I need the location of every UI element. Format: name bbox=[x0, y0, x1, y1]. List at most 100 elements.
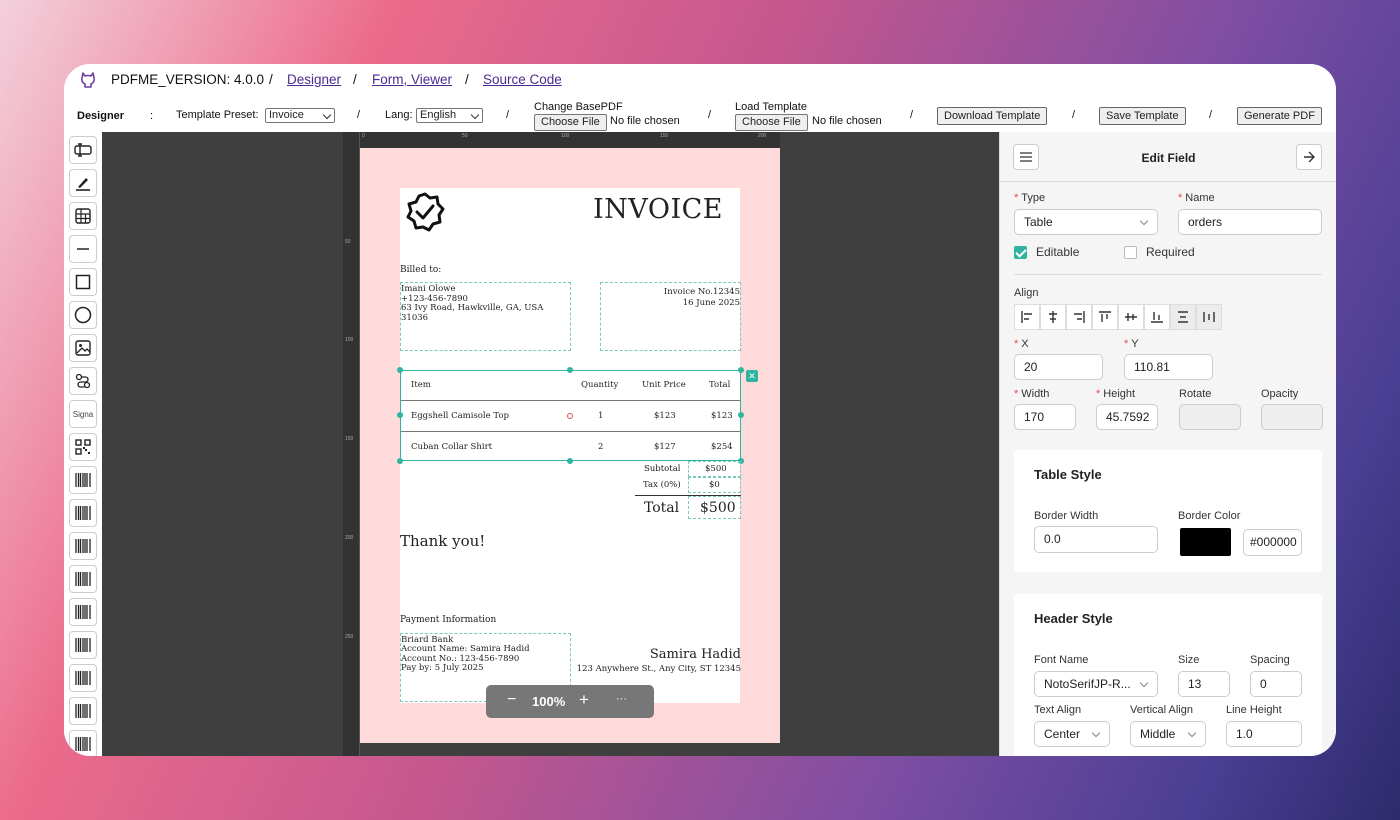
form-viewer-link[interactable]: Form, Viewer bbox=[372, 72, 452, 87]
page-padding-left bbox=[360, 188, 400, 703]
barcode-tool[interactable] bbox=[69, 631, 97, 659]
collapse-panel-button[interactable] bbox=[1296, 144, 1322, 170]
border-color-input[interactable]: #000000 bbox=[1243, 529, 1302, 556]
line-tool[interactable] bbox=[69, 235, 97, 263]
template-choose-file-button[interactable]: Choose File bbox=[735, 114, 808, 131]
barcode-tool[interactable] bbox=[69, 565, 97, 593]
text-tool[interactable] bbox=[69, 136, 97, 164]
total-label[interactable]: Total bbox=[644, 500, 679, 516]
font-name-select[interactable]: NotoSerifJP-R... bbox=[1034, 671, 1158, 697]
basepdf-choose-file-button[interactable]: Choose File bbox=[534, 114, 607, 131]
table-row[interactable]: Cuban Collar Shirt 2 $127 $254 bbox=[401, 432, 740, 461]
zoom-in-button[interactable]: + bbox=[579, 690, 589, 710]
signer-name[interactable]: Samira Hadid bbox=[650, 647, 741, 662]
resize-handle[interactable] bbox=[397, 367, 403, 373]
barcode-tool[interactable] bbox=[69, 532, 97, 560]
resize-handle[interactable] bbox=[567, 458, 573, 464]
tax-value: $0 bbox=[709, 480, 720, 490]
align-button[interactable] bbox=[1118, 304, 1144, 330]
border-color-swatch[interactable] bbox=[1180, 528, 1231, 556]
width-input[interactable]: 170 bbox=[1014, 404, 1076, 430]
more-options-button[interactable]: ··· bbox=[616, 693, 627, 705]
barcode-tool[interactable] bbox=[69, 466, 97, 494]
align-button[interactable] bbox=[1196, 304, 1222, 330]
align-button[interactable] bbox=[1170, 304, 1196, 330]
template-preset-select[interactable]: Invoice bbox=[265, 108, 335, 123]
resize-handle[interactable] bbox=[738, 412, 744, 418]
version-label: PDFME_VERSION: 4.0.0 bbox=[111, 72, 265, 87]
table-cell: 2 bbox=[598, 442, 604, 452]
lang-select[interactable]: English bbox=[416, 108, 483, 123]
save-template-button[interactable]: Save Template bbox=[1099, 107, 1186, 125]
size-input[interactable]: 13 bbox=[1178, 671, 1230, 697]
qrcode-tool[interactable] bbox=[69, 433, 97, 461]
billed-to-block[interactable]: Imani Olowe +123-456-7890 63 Ivy Road, H… bbox=[400, 282, 571, 351]
height-input[interactable]: 45.7592 bbox=[1096, 404, 1158, 430]
pdf-page[interactable]: INVOICE Billed to: Imani Olowe +123-456-… bbox=[360, 148, 780, 743]
type-select[interactable]: Table bbox=[1014, 209, 1158, 235]
draw-tool[interactable] bbox=[69, 169, 97, 197]
align-button[interactable] bbox=[1066, 304, 1092, 330]
payment-info-label[interactable]: Payment Information bbox=[400, 615, 496, 625]
thank-you-text[interactable]: Thank you! bbox=[400, 532, 485, 550]
invoice-title[interactable]: INVOICE bbox=[593, 194, 723, 225]
size-label: Size bbox=[1178, 654, 1200, 666]
rectangle-tool[interactable] bbox=[69, 268, 97, 296]
opacity-input[interactable] bbox=[1261, 404, 1323, 430]
image-tool[interactable] bbox=[69, 334, 97, 362]
align-button[interactable] bbox=[1092, 304, 1118, 330]
badge-check-icon[interactable] bbox=[405, 192, 445, 232]
table-style-card: Table Style Border Width 0.0 Border Colo… bbox=[1014, 450, 1322, 572]
table-tool[interactable] bbox=[69, 202, 97, 230]
barcode-tool[interactable] bbox=[69, 730, 97, 756]
barcode-tool[interactable] bbox=[69, 697, 97, 725]
rotate-input[interactable] bbox=[1179, 404, 1241, 430]
close-icon[interactable]: ✕ bbox=[746, 370, 758, 382]
source-code-link[interactable]: Source Code bbox=[483, 72, 562, 87]
align-button[interactable] bbox=[1014, 304, 1040, 330]
designer-link[interactable]: Designer bbox=[287, 72, 341, 87]
resize-handle[interactable] bbox=[397, 412, 403, 418]
ruler-tick-label: 200 bbox=[758, 133, 767, 139]
row-remove-icon[interactable] bbox=[567, 413, 573, 419]
ellipse-tool[interactable] bbox=[69, 301, 97, 329]
subtotal-label[interactable]: Subtotal bbox=[644, 464, 680, 474]
svg-tool[interactable] bbox=[69, 367, 97, 395]
editable-checkbox[interactable] bbox=[1014, 246, 1027, 259]
table-row[interactable]: Eggshell Camisole Top 1 $123 $123 bbox=[401, 401, 740, 432]
github-icon[interactable] bbox=[79, 70, 97, 88]
download-template-button[interactable]: Download Template bbox=[937, 107, 1048, 125]
vertical-align-select[interactable]: Middle bbox=[1130, 721, 1206, 747]
zoom-out-button[interactable]: − bbox=[507, 691, 516, 709]
signer-address[interactable]: 123 Anywhere St., Any City, ST 12345 bbox=[577, 664, 741, 674]
height-label: * Height bbox=[1096, 388, 1136, 400]
invoice-info-block[interactable]: Invoice No.12345 16 June 2025 bbox=[600, 282, 741, 351]
separator: / bbox=[708, 109, 712, 121]
text-align-select[interactable]: Center bbox=[1034, 721, 1110, 747]
tax-label[interactable]: Tax (0%) bbox=[643, 480, 681, 490]
x-input[interactable]: 20 bbox=[1014, 354, 1103, 380]
barcode-tool[interactable] bbox=[69, 499, 97, 527]
name-input[interactable]: orders bbox=[1178, 209, 1322, 235]
orders-table[interactable]: Item Quantity Unit Price Total Eggshell … bbox=[400, 370, 741, 461]
required-checkbox[interactable] bbox=[1124, 246, 1137, 259]
barcode-tool[interactable] bbox=[69, 598, 97, 626]
page-padding-top bbox=[360, 148, 780, 188]
barcode-tool[interactable] bbox=[69, 664, 97, 692]
resize-handle[interactable] bbox=[738, 367, 744, 373]
spacing-input[interactable]: 0 bbox=[1250, 671, 1302, 697]
align-button[interactable] bbox=[1144, 304, 1170, 330]
design-canvas[interactable]: 50 100 150 200 250 0 50 100 150 200 INVO… bbox=[102, 132, 999, 756]
spacing-label: Spacing bbox=[1250, 654, 1290, 666]
billed-to-label[interactable]: Billed to: bbox=[400, 265, 441, 275]
generate-pdf-button[interactable]: Generate PDF bbox=[1237, 107, 1322, 125]
signature-tool[interactable]: Signa bbox=[69, 400, 97, 428]
align-button[interactable] bbox=[1040, 304, 1066, 330]
width-label: * Width bbox=[1014, 388, 1050, 400]
y-input[interactable]: 110.81 bbox=[1124, 354, 1213, 380]
resize-handle[interactable] bbox=[397, 458, 403, 464]
resize-handle[interactable] bbox=[567, 367, 573, 373]
edit-field-panel: Edit Field * Type Table * Name orders Edit… bbox=[999, 132, 1336, 756]
line-height-input[interactable]: 1.0 bbox=[1226, 721, 1302, 747]
border-width-input[interactable]: 0.0 bbox=[1034, 526, 1158, 553]
